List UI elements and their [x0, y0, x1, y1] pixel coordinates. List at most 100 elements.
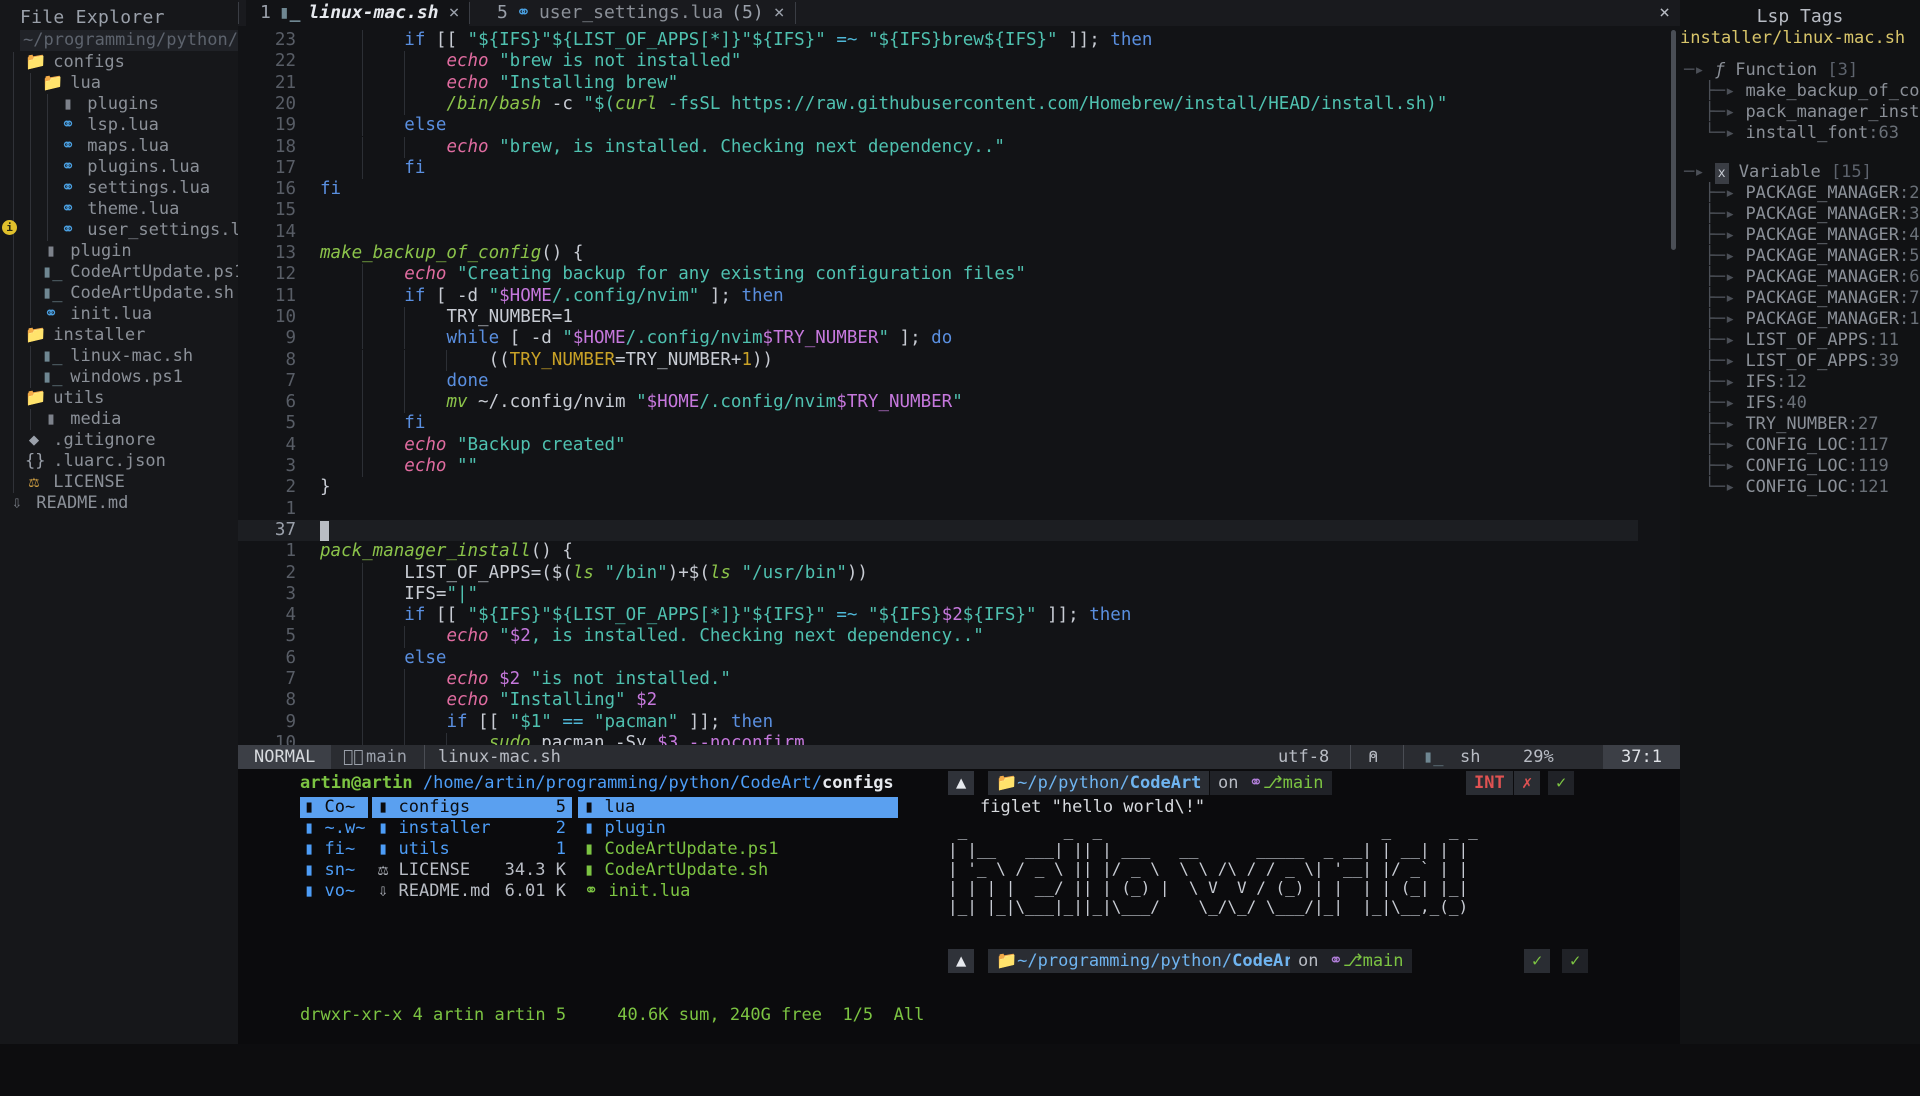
- terminal-ok-icon-1: ✓: [1524, 949, 1551, 973]
- lsp-tag-item[interactable]: ├─▸ CONFIG_LOC:119: [1684, 456, 1888, 477]
- file-tree-item[interactable]: ▮_ CodeArtUpdate.ps1: [0, 262, 244, 283]
- file-tree-item[interactable]: ▮ plugin: [0, 241, 238, 262]
- lsp-tag-line: :2: [1898, 183, 1920, 203]
- lsp-tag-line: :4: [1898, 225, 1920, 245]
- lsp-tag-item[interactable]: ├─▸ PACKAGE_MANAGER:3: [1684, 204, 1919, 225]
- file-tree-item[interactable]: ▮ media: [0, 409, 238, 430]
- lsp-group-header[interactable]: ─▸ x Variable [15]: [1684, 162, 1872, 185]
- lsp-tag-name: pack_manager_insta: [1745, 102, 1920, 122]
- code-line: echo "brew, is installed. Checking next …: [446, 136, 1005, 157]
- file-tree-item[interactable]: 📁 configs: [0, 52, 238, 73]
- folder-icon: ▮: [304, 839, 315, 859]
- fm-item-label: init.lua: [608, 881, 691, 901]
- line-number: 21: [274, 72, 296, 93]
- lua-icon: ⚭: [43, 304, 59, 324]
- fm-item[interactable]: ▮ sn~: [300, 860, 368, 881]
- fm-item[interactable]: ⚭ init.lua: [578, 881, 898, 902]
- lsp-tag-item[interactable]: ├─▸ IFS:40: [1684, 393, 1806, 414]
- line-number: 18: [274, 136, 296, 157]
- lsp-tag-item[interactable]: ├─▸ IFS:12: [1684, 372, 1806, 393]
- code-line: echo "Creating backup for any existing c…: [404, 264, 1026, 285]
- lsp-tag-item[interactable]: ├─▸ PACKAGE_MANAGER:4: [1684, 225, 1919, 246]
- fm-item[interactable]: ▮ Co~: [300, 797, 368, 818]
- file-tree-item[interactable]: ▮ plugins: [0, 94, 238, 115]
- lsp-group-header[interactable]: ─▸ ƒ Function [3]: [1684, 60, 1858, 81]
- lsp-tag-item[interactable]: └─▸ install_font:63: [1684, 123, 1899, 144]
- folder-icon: ▮: [378, 797, 389, 817]
- lsp-group-count: [15]: [1830, 162, 1872, 182]
- fm-column-preview[interactable]: ▮ lua ▮ plugin ▮ CodeArtUpdate.ps1 ▮ CodeAr…: [578, 797, 898, 902]
- fm-item[interactable]: ▮ CodeArtUpdate.sh: [578, 860, 898, 881]
- code-line: sudo pacman -Sy $3 --noconfirm: [488, 732, 805, 745]
- code-buffer[interactable]: 23 if [[ "${IFS}"${LIST_OF_APPS[*]}"${IF…: [238, 26, 1680, 745]
- code-line: /bin/bash -c "$(curl -fsSL https://raw.g…: [446, 93, 1448, 114]
- fm-column-current[interactable]: ▮ configs 5 ▮ installer 2 ▮ utils 1 ⚖ LICENSE 3…: [372, 797, 572, 902]
- fm-item[interactable]: ⇩ README.md 6.01 K: [372, 881, 572, 902]
- file-tree-item[interactable]: ⚭ plugins.lua: [0, 157, 238, 178]
- fm-item[interactable]: ▮ configs 5: [372, 797, 572, 818]
- editor-scrollbar[interactable]: [1671, 30, 1676, 250]
- file-manager-panel[interactable]: artin@artin /home/artin/programming/pyth…: [238, 769, 924, 1044]
- lsp-tag-item[interactable]: ├─▸ pack_manager_insta: [1684, 102, 1920, 123]
- lsp-tag-item[interactable]: └─▸ CONFIG_LOC:121: [1684, 477, 1888, 498]
- line-number: 9: [285, 711, 296, 732]
- lsp-tag-item[interactable]: ├─▸ LIST_OF_APPS:11: [1684, 330, 1899, 351]
- line-number: 10: [274, 306, 296, 327]
- fm-item[interactable]: ▮ CodeArtUpdate.ps1: [578, 839, 898, 860]
- terminal-ok-icon-2: ✓: [1562, 949, 1589, 973]
- terminal-panel[interactable]: ▲ 📁~/p/python/CodeArt on ⚭⎇main INT ✗ ✓ …: [928, 769, 1680, 1044]
- tab-close-icon[interactable]: ×: [774, 2, 785, 23]
- lsp-tag-item[interactable]: ├─▸ TRY_NUMBER:27: [1684, 414, 1878, 435]
- fm-item[interactable]: ▮ plugin: [578, 818, 898, 839]
- terminal-path-2: 📁~/programming/python/CodeArt: [988, 949, 1312, 973]
- file-tree-item[interactable]: i ⚭ user_settings.l: [0, 220, 241, 241]
- tab-linux-mac.sh[interactable]: 1 ▮_ linux-mac.sh ×: [246, 0, 470, 26]
- file-tree-item[interactable]: ⚭ theme.lua: [0, 199, 238, 220]
- file-tree-item[interactable]: 📁 utils: [0, 388, 238, 409]
- lsp-tag-item[interactable]: ├─▸ PACKAGE_MANAGER:10: [1684, 309, 1920, 330]
- file-tree-item[interactable]: ⚭ settings.lua: [0, 178, 238, 199]
- file-tree-item[interactable]: ⚖ LICENSE: [0, 472, 238, 493]
- lsp-tag-item[interactable]: ├─▸ PACKAGE_MANAGER:7: [1684, 288, 1919, 309]
- file-tree-item[interactable]: ⚭ maps.lua: [0, 136, 238, 157]
- fm-item[interactable]: ▮ utils 1: [372, 839, 572, 860]
- lsp-tag-item[interactable]: ├─▸ PACKAGE_MANAGER:6: [1684, 267, 1919, 288]
- file-tree-item[interactable]: ⚭ init.lua: [0, 304, 238, 325]
- code-line: make_backup_of_config() {: [320, 243, 584, 263]
- folder-icon: ▮: [45, 409, 57, 429]
- file-tree-item[interactable]: 📁 installer: [0, 325, 238, 346]
- close-all-icon[interactable]: ×: [1659, 0, 1670, 26]
- lsp-tag-item[interactable]: ├─▸ LIST_OF_APPS:39: [1684, 351, 1899, 372]
- fm-item[interactable]: ▮ ~.w~: [300, 818, 368, 839]
- fm-item[interactable]: ▮ lua: [578, 797, 898, 818]
- line-number: 15: [274, 200, 296, 221]
- fm-item-label: ~.w~: [324, 818, 366, 838]
- fm-item[interactable]: ▮ fi~: [300, 839, 368, 860]
- file-tree-item[interactable]: ◆ .gitignore: [0, 430, 238, 451]
- lsp-tag-item[interactable]: ├─▸ make_backup_of_con: [1684, 81, 1920, 102]
- fm-column-parent[interactable]: ▮ Co~ ▮ ~.w~ ▮ fi~ ▮ sn~ ▮ vo~: [300, 797, 368, 902]
- file-tree-item[interactable]: {} .luarc.json: [0, 451, 238, 472]
- lsp-tag-name: CONFIG_LOC: [1745, 435, 1848, 455]
- code-line: }: [320, 477, 331, 498]
- tab-separator: [795, 2, 796, 24]
- fm-item[interactable]: ⚖ LICENSE 34.3 K: [372, 860, 572, 881]
- file-tree-item[interactable]: 📁 lua: [0, 73, 238, 94]
- tab-user_settings.lua[interactable]: 5 ⚭ user_settings.lua (5) ×: [483, 0, 795, 26]
- fm-item[interactable]: ▮ installer 2: [372, 818, 572, 839]
- lsp-tag-line: :10: [1898, 309, 1920, 329]
- tab-close-icon[interactable]: ×: [449, 2, 460, 23]
- statusline: NORMAL ⎇ main linux-mac.sh utf-8 ⍝ ▮_ s…: [238, 745, 1680, 769]
- lsp-tag-item[interactable]: ├─▸ CONFIG_LOC:117: [1684, 435, 1888, 456]
- code-line: echo $2 "is not installed.": [446, 669, 731, 689]
- fm-item[interactable]: ▮ vo~: [300, 881, 368, 902]
- file-tree-item[interactable]: ⇩ README.md: [0, 493, 238, 514]
- file-tree-item[interactable]: ▮_ linux-mac.sh: [0, 346, 238, 367]
- file-tree-item[interactable]: ▮_ windows.ps1: [0, 367, 238, 388]
- lsp-tag-item[interactable]: ├─▸ PACKAGE_MANAGER:5: [1684, 246, 1919, 267]
- fm-item-label: fi~: [324, 839, 356, 859]
- line-number: 23: [274, 30, 296, 50]
- lsp-tag-item[interactable]: ├─▸ PACKAGE_MANAGER:2: [1684, 183, 1919, 204]
- file-tree-item[interactable]: ⚭ lsp.lua: [0, 115, 238, 136]
- file-tree-item[interactable]: ▮_ CodeArtUpdate.sh: [0, 283, 238, 304]
